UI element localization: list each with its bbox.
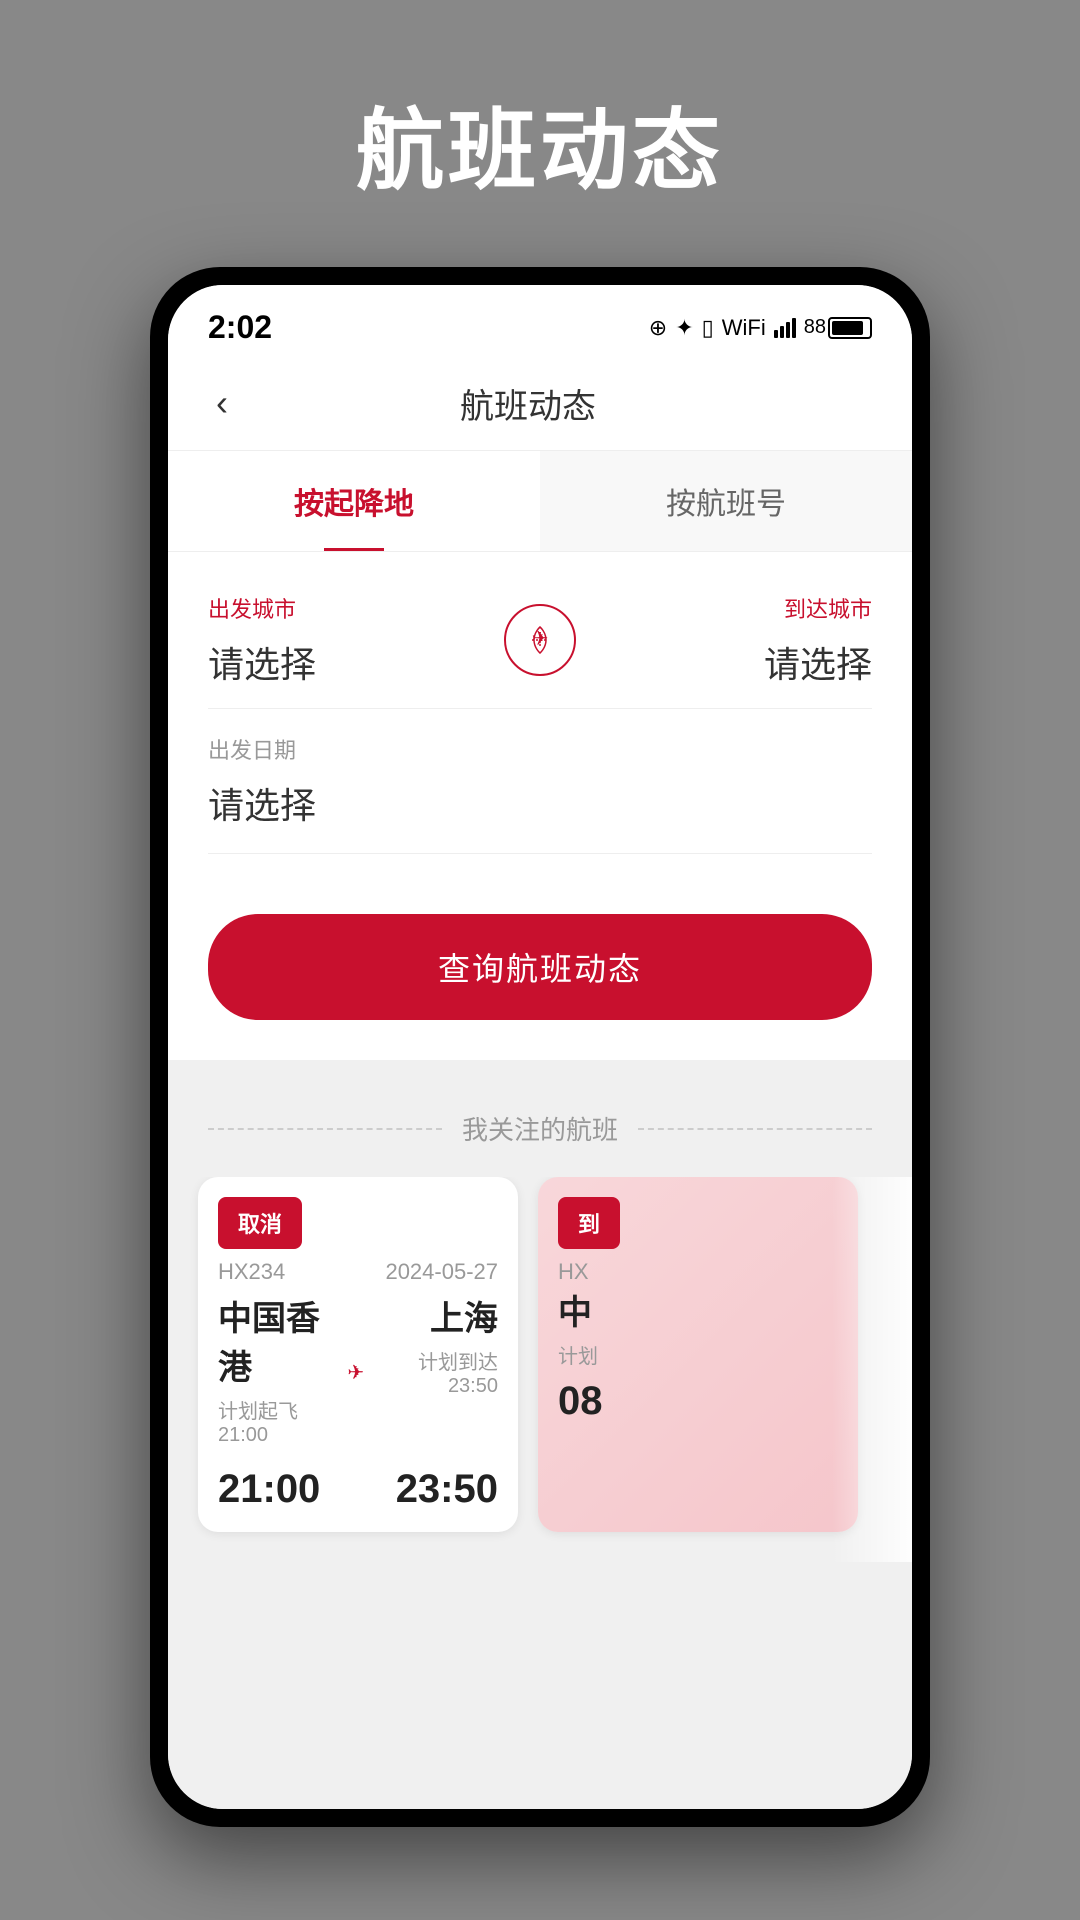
flight-card-0[interactable]: 取消 HX234 2024-05-27 中国香港: [198, 1177, 518, 1532]
departure-city-0: 中国香港: [218, 1291, 347, 1389]
depart-time-0: 21:00: [218, 1467, 320, 1512]
swap-button[interactable]: ✈: [495, 595, 585, 685]
background-title: 航班动态: [356, 80, 724, 207]
flight-cards-container: 取消 HX234 2024-05-27 中国香港: [168, 1177, 912, 1562]
followed-title: 我关注的航班: [462, 1110, 618, 1147]
status-icons: ⊕ ✦ ▯ WiFi 88: [649, 315, 872, 341]
phone-screen: 2:02 ⊕ ✦ ▯ WiFi 88: [168, 285, 912, 1809]
followed-header: 我关注的航班: [168, 1080, 912, 1177]
arrival-label: 到达城市: [585, 592, 872, 624]
tab-by-number[interactable]: 按航班号: [540, 451, 912, 551]
departure-value: 请选择: [208, 636, 495, 688]
plane-swap-icon: ✈: [522, 622, 558, 658]
status-badge-0: 取消: [218, 1197, 302, 1249]
planned-arrive-0: 计划到达 23:50: [370, 1346, 498, 1398]
arrive-time-0: 23:50: [396, 1467, 498, 1512]
nav-title: 航班动态: [236, 379, 820, 428]
flight-cards-wrapper: 取消 HX234 2024-05-27 中国香港: [168, 1177, 912, 1562]
bluetooth-icon: ✦: [675, 315, 693, 341]
arrival-city-selector[interactable]: 到达城市 请选择: [585, 592, 872, 688]
flight-card-1[interactable]: 到 HX 中 计划 08: [538, 1177, 858, 1532]
date-selector[interactable]: 出发日期 请选择: [208, 709, 872, 854]
search-btn-container: 查询航班动态: [168, 884, 912, 1060]
wifi-icon: WiFi: [722, 315, 766, 341]
right-divider: [638, 1128, 872, 1130]
search-form: 出发城市 请选择: [168, 552, 912, 884]
status-time: 2:02: [208, 309, 272, 346]
page-background-title-area: 航班动态: [0, 0, 1080, 267]
status-badge-1: 到: [558, 1197, 620, 1249]
flight-date-0: 2024-05-27: [385, 1259, 498, 1285]
signal-icon: [774, 318, 796, 338]
back-button[interactable]: ‹: [208, 374, 236, 432]
phone-frame: 2:02 ⊕ ✦ ▯ WiFi 88: [150, 267, 930, 1827]
arrival-city-0: 上海: [347, 1291, 498, 1340]
departure-label: 出发城市: [208, 592, 495, 624]
search-button[interactable]: 查询航班动态: [208, 914, 872, 1020]
plane-icon-0: ✈: [347, 1360, 364, 1385]
date-value: 请选择: [208, 777, 872, 829]
tab-by-route[interactable]: 按起降地: [168, 451, 540, 551]
nfc-icon: ⊕: [649, 315, 667, 341]
departure-city-1: 中: [558, 1285, 838, 1334]
arrival-value: 请选择: [585, 636, 872, 688]
planned-depart-1: 计划: [558, 1340, 838, 1369]
city-selector-row: 出发城市 请选择: [208, 582, 872, 709]
content-area: 按起降地 按航班号 出发城市 请选择: [168, 451, 912, 1809]
battery-label: 88: [804, 316, 826, 339]
status-bar: 2:02 ⊕ ✦ ▯ WiFi 88: [168, 285, 912, 356]
left-divider: [208, 1128, 442, 1130]
volume-icon: ▯: [702, 315, 714, 341]
flight-number-0: HX234: [218, 1259, 285, 1285]
planned-depart-0: 计划起飞 21:00: [218, 1395, 347, 1447]
depart-time-1: 08: [558, 1379, 603, 1423]
date-label: 出发日期: [208, 733, 872, 765]
battery-icon: 88: [804, 316, 872, 339]
svg-text:✈: ✈: [532, 628, 549, 650]
nav-bar: ‹ 航班动态: [168, 356, 912, 451]
followed-flights-section: 我关注的航班 取消 HX234: [168, 1080, 912, 1562]
flight-number-1: HX: [558, 1259, 589, 1284]
departure-city-selector[interactable]: 出发城市 请选择: [208, 592, 495, 688]
search-card: 按起降地 按航班号 出发城市 请选择: [168, 451, 912, 1060]
tabs-container: 按起降地 按航班号: [168, 451, 912, 552]
